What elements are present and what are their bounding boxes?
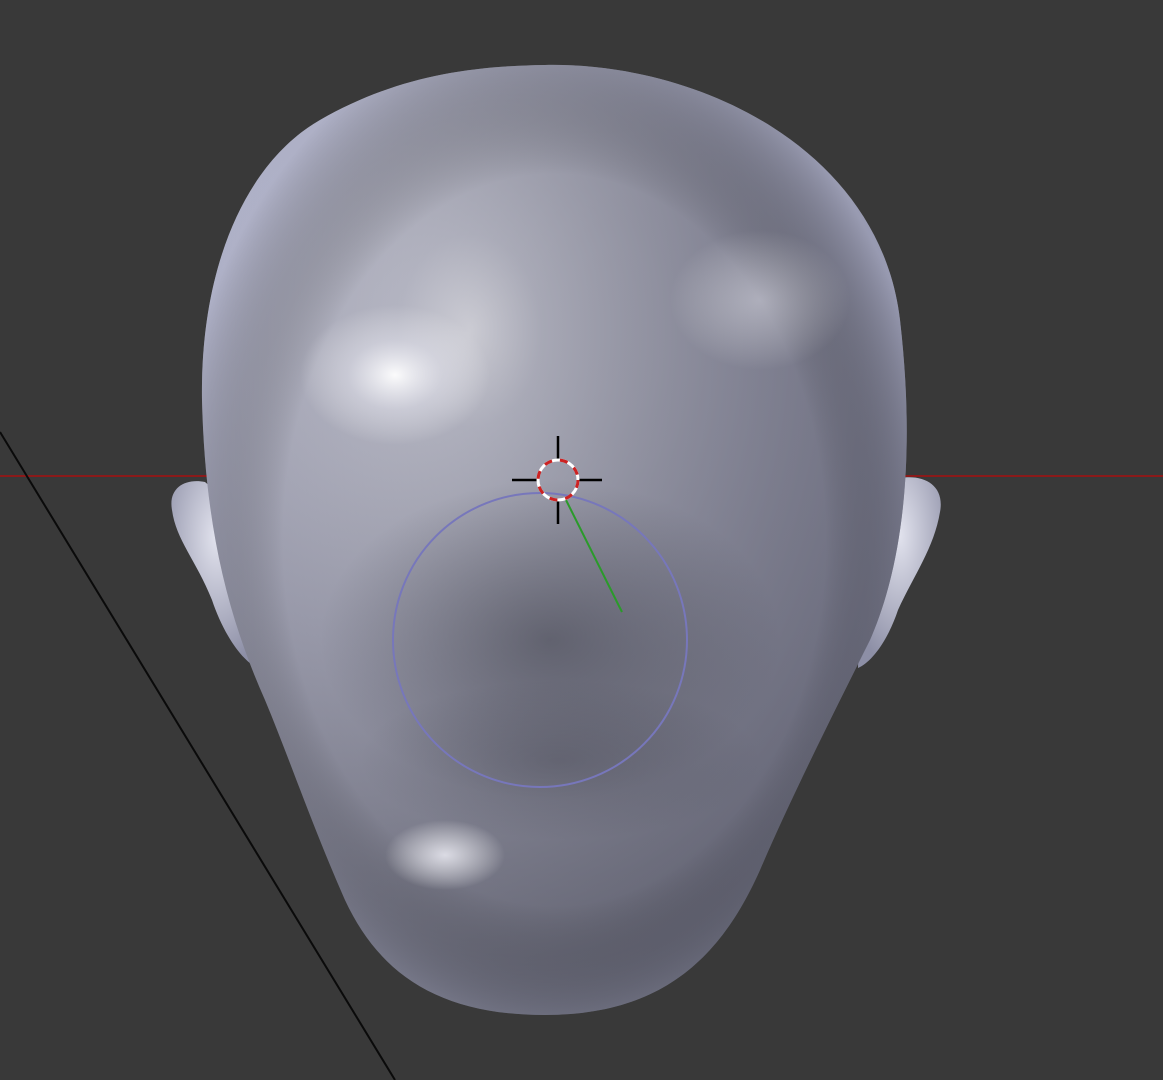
specular-highlight — [300, 305, 490, 445]
3d-viewport[interactable] — [0, 0, 1163, 1080]
viewport-canvas[interactable] — [0, 0, 1163, 1080]
sculpt-head-mesh[interactable] — [171, 64, 941, 1015]
